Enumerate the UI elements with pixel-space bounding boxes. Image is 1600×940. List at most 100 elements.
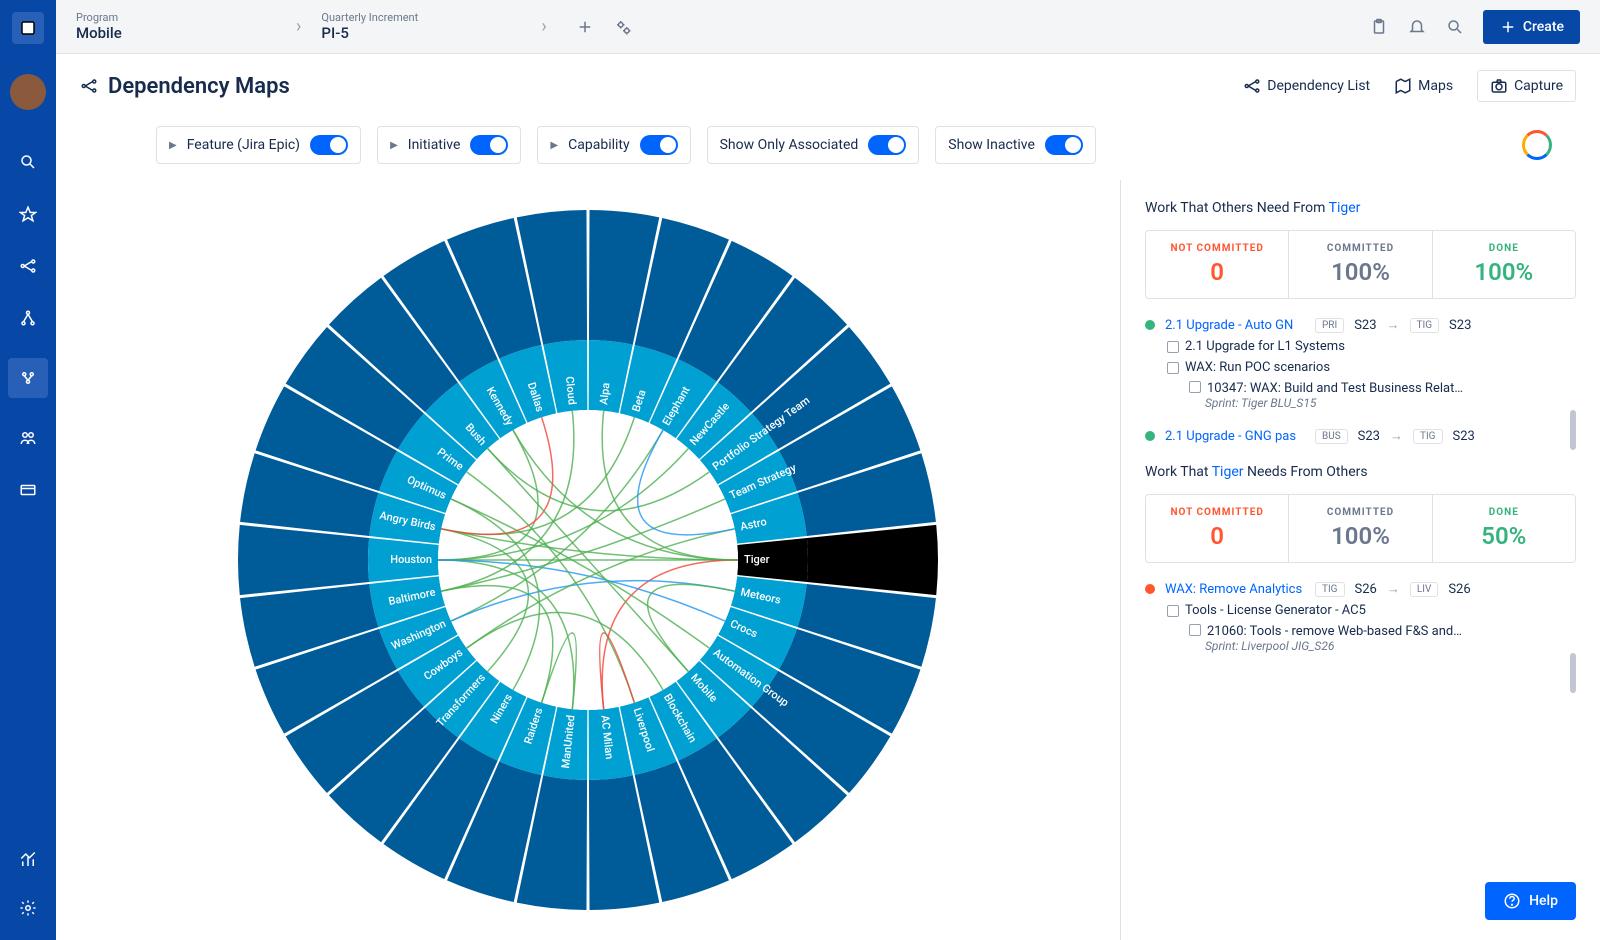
arrow-right-icon: → [1387,317,1400,333]
team-tag: PRI [1315,318,1344,333]
segment-label[interactable]: Houston [390,553,432,566]
sprint-label: S26 [1355,582,1377,597]
stat-label: DONE [1441,507,1567,518]
network-icon[interactable] [16,254,40,278]
breadcrumb-qi-label: Quarterly Increment [321,11,521,24]
sub-item[interactable]: 2.1 Upgrade for L1 Systems [1167,339,1576,354]
filter-show-associated[interactable]: Show Only Associated [707,126,920,164]
user-avatar[interactable] [10,74,46,110]
plus-icon [1499,18,1517,36]
team-tag: TIG [1315,582,1345,597]
camera-icon [1490,77,1508,95]
work-item-link[interactable]: 2.1 Upgrade - GNG pas [1165,429,1305,444]
dependency-map-icon[interactable] [8,358,48,398]
chevron-right-icon: ▶ [550,140,558,151]
chevron-right-icon: ▶ [390,140,398,151]
sprint-label: S23 [1354,318,1376,333]
filter-feature[interactable]: ▶Feature (Jira Epic) [156,126,361,164]
team-tag: TIG [1413,429,1443,444]
work-item: 2.1 Upgrade - GNG pas BUS S23 → TIG S23 [1145,428,1576,444]
app-logo[interactable] [12,12,44,44]
filter-initiative[interactable]: ▶Initiative [377,126,521,164]
chord-diagram[interactable]: AlpaBetaElephantNewCastlePortfolio Strat… [228,200,948,920]
details-panel: Work That Others Need From Tiger NOT COM… [1120,180,1600,940]
breadcrumb-program-value: Mobile [76,24,276,42]
status-dot [1145,320,1155,330]
stat-label: COMMITTED [1297,507,1423,518]
stat-value: 100% [1297,522,1423,550]
team-tag: LIV [1410,582,1438,597]
stat-label: NOT COMMITTED [1154,507,1280,518]
work-item-link[interactable]: WAX: Remove Analytics [1165,582,1305,597]
work-item-link[interactable]: 2.1 Upgrade - Auto GN [1165,318,1305,333]
create-button-label: Create [1523,19,1564,35]
create-button[interactable]: Create [1483,10,1580,44]
toggle-show-inactive[interactable] [1045,135,1083,155]
stat-value: 0 [1154,258,1280,286]
filter-capability[interactable]: ▶Capability [537,126,690,164]
team-link[interactable]: Tiger [1329,200,1361,216]
page-header: Dependency Maps Dependency List Maps Cap… [56,54,1600,118]
sub-sub-item[interactable]: 21060: Tools - remove Web-based F&S and… [1189,624,1576,639]
stat-label: NOT COMMITTED [1154,243,1280,254]
people-icon[interactable] [16,426,40,450]
sprint-label: S23 [1453,429,1475,444]
sprint-info: Sprint: Liverpool JIG_S26 [1205,639,1576,653]
sprint-info: Sprint: Tiger BLU_S15 [1205,396,1576,410]
filters-row: ▶Feature (Jira Epic) ▶Initiative ▶Capabi… [56,118,1600,180]
color-wheel-button[interactable] [1522,130,1552,160]
panel-heading-2: Work That Tiger Needs From Others [1145,464,1576,480]
hierarchy-icon[interactable] [16,306,40,330]
sub-sub-item[interactable]: 10347: WAX: Build and Test Business Rela… [1189,381,1576,396]
chord-diagram-area: AlpaBetaElephantNewCastlePortfolio Strat… [56,180,1120,940]
toggle-feature[interactable] [310,135,348,155]
sprint-label: S26 [1448,582,1470,597]
capture-button[interactable]: Capture [1477,70,1576,102]
status-dot [1145,584,1155,594]
gears-icon[interactable] [613,17,633,37]
toggle-show-associated[interactable] [868,135,906,155]
checkbox-icon [1167,341,1179,353]
work-item: 2.1 Upgrade - Auto GN PRI S23 → TIG S232… [1145,317,1576,410]
stat-value: 100% [1441,258,1567,286]
logo-icon [19,19,37,37]
board-icon[interactable] [16,478,40,502]
segment-label[interactable]: Alpa [597,382,612,406]
bell-icon[interactable] [1407,17,1427,37]
reports-icon[interactable] [16,848,40,872]
clipboard-icon[interactable] [1369,17,1389,37]
chevron-right-icon: ▶ [169,140,177,151]
star-icon[interactable] [16,202,40,226]
sub-item[interactable]: WAX: Run POC scenarios [1167,360,1576,375]
segment-label[interactable]: Tiger [744,553,770,566]
search-icon[interactable] [16,150,40,174]
help-icon [1503,892,1521,910]
breadcrumb-quarterly-increment[interactable]: Quarterly Increment PI-5 [321,11,521,42]
settings-icon[interactable] [16,896,40,920]
stats-row-2: NOT COMMITTED0 COMMITTED100% DONE50% [1145,494,1576,563]
dependency-map-icon [80,77,98,95]
work-item: WAX: Remove Analytics TIG S26 → LIV S26 T… [1145,581,1576,653]
scrollbar-thumb[interactable] [1570,653,1576,693]
filter-show-inactive[interactable]: Show Inactive [935,126,1096,164]
sprint-label: S23 [1358,429,1380,444]
maps-link[interactable]: Maps [1394,77,1453,95]
search-icon[interactable] [1445,17,1465,37]
add-icon[interactable] [575,17,595,37]
toggle-initiative[interactable] [470,135,508,155]
sub-item[interactable]: Tools - License Generator - AC5 [1167,603,1576,618]
breadcrumb-program[interactable]: Program Mobile [76,11,276,42]
checkbox-icon [1167,605,1179,617]
left-navigation-rail [0,0,56,940]
help-button[interactable]: Help [1485,882,1576,920]
chevron-right-icon: › [541,16,546,37]
dependency-list-link[interactable]: Dependency List [1243,77,1370,95]
arrow-right-icon: → [1387,581,1400,597]
chevron-right-icon: › [296,16,301,37]
team-link[interactable]: Tiger [1212,464,1244,480]
stats-row-1: NOT COMMITTED0 COMMITTED100% DONE100% [1145,230,1576,299]
map-icon [1394,77,1412,95]
stat-value: 100% [1297,258,1423,286]
arrow-right-icon: → [1390,428,1403,444]
toggle-capability[interactable] [640,135,678,155]
